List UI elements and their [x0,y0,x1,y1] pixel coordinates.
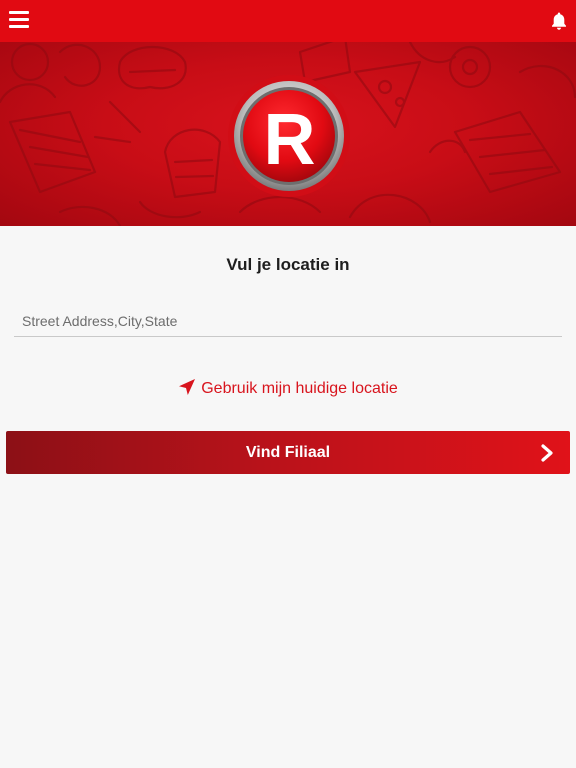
logo-letter: R [263,100,316,180]
find-store-button[interactable]: Vind Filiaal [6,431,570,474]
bell-icon[interactable] [550,11,568,31]
address-input[interactable] [14,305,562,337]
hero-banner: R [0,42,576,226]
page-title: Vul je locatie in [226,255,350,274]
chevron-right-icon [541,444,553,462]
hamburger-menu-icon[interactable] [9,11,29,29]
use-current-location-link[interactable]: Gebruik mijn huidige locatie [0,378,576,398]
use-location-label: Gebruik mijn huidige locatie [201,380,398,397]
find-store-label: Vind Filiaal [245,444,331,461]
location-arrow-icon [179,379,196,395]
app-header [0,0,576,42]
